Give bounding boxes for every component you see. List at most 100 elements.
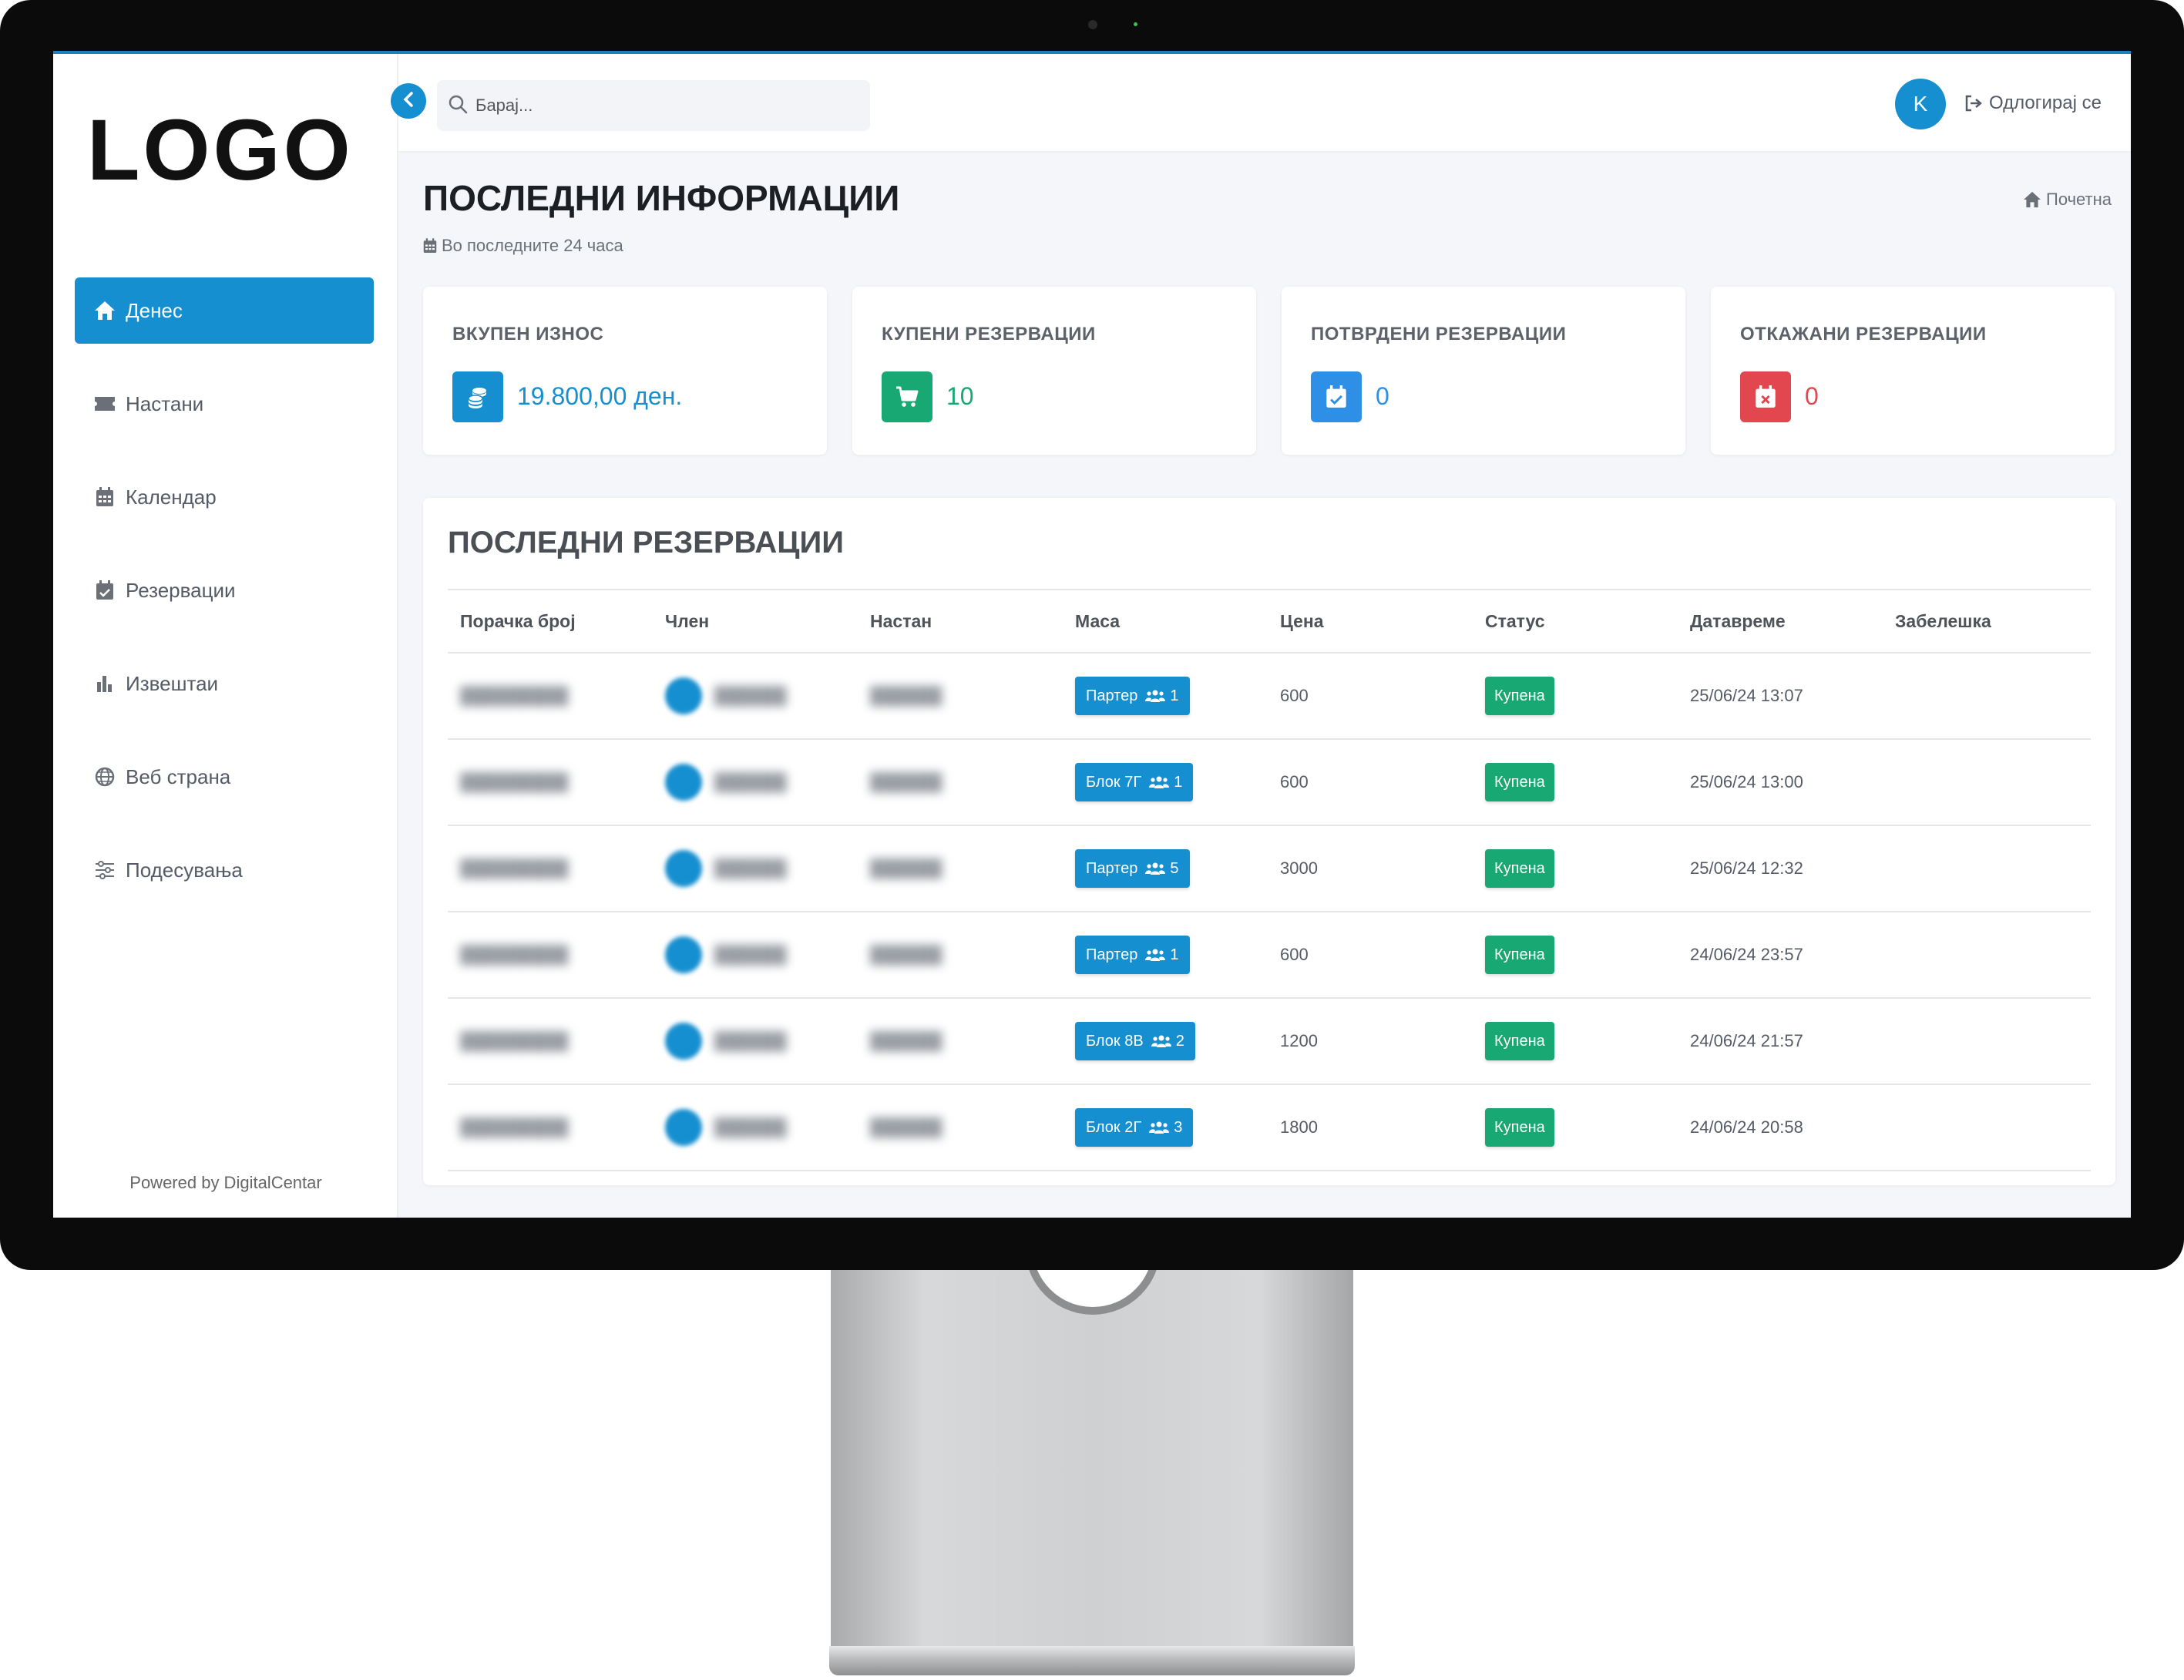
datetime-cell: 24/06/24 23:57: [1690, 945, 1803, 964]
recent-reservations-panel: ПОСЛЕДНИ РЕЗЕРВАЦИИ Порачка број Член На…: [423, 498, 2115, 1185]
users-icon: [1145, 948, 1166, 962]
card-title: ОТКАЖАНИ РЕЗЕРВАЦИИ: [1740, 324, 1987, 344]
table-cell: Партер 1: [1075, 654, 1190, 738]
column-header[interactable]: Забелешка: [1895, 590, 1991, 652]
sidebar-item-reservations[interactable]: Резервации: [75, 557, 374, 623]
member-name-blurred: ██████: [714, 686, 787, 705]
status-badge: Купена: [1485, 677, 1554, 715]
stat-card-purchased: КУПЕНИ РЕЗЕРВАЦИИ 10: [852, 287, 1256, 455]
table-row[interactable]: █████████ ██████ ██████ Блок 8В 2 1200 Купена 2…: [448, 999, 2091, 1085]
price-cell: 600: [1280, 945, 1309, 964]
column-header[interactable]: Статус: [1485, 590, 1545, 652]
order-number-cell: █████████: [460, 1117, 569, 1137]
table-badge[interactable]: Партер 5: [1075, 849, 1190, 888]
table-badge[interactable]: Блок 2Г 3: [1075, 1108, 1194, 1147]
avatar[interactable]: K: [1895, 79, 1946, 129]
price-cell: 1200: [1280, 1031, 1318, 1050]
sidebar-item-label: Календар: [126, 485, 217, 509]
table-row[interactable]: █████████ ██████ ██████ Блок 2Г 3 1800 Купена 2…: [448, 1085, 2091, 1171]
column-header[interactable]: Датавреме: [1690, 590, 1786, 652]
event-cell: ██████: [870, 945, 942, 964]
member-avatar: [665, 1023, 702, 1060]
member-avatar: [665, 936, 702, 973]
monitor-bezel: LOGO Денес Настани Календар Резервации И…: [0, 0, 2184, 1270]
logo[interactable]: LOGO: [87, 100, 354, 200]
breadcrumb[interactable]: Почетна: [2023, 190, 2112, 210]
logout-label: Одлогирај се: [1989, 92, 2102, 113]
home-icon: [2023, 191, 2041, 208]
order-number-cell: █████████: [460, 772, 569, 791]
status-cell: Купена: [1485, 654, 1554, 738]
page-title: ПОСЛЕДНИ ИНФОРМАЦИИ: [423, 178, 900, 218]
camera: [1088, 20, 1097, 29]
datetime-cell: 25/06/24 13:07: [1690, 686, 1803, 705]
event-cell: ██████: [870, 686, 942, 705]
chevron-left-icon: [402, 91, 415, 112]
table-row[interactable]: █████████ ██████ ██████ Партер 5 3000 Купена 25…: [448, 826, 2091, 912]
sidebar-nav: Денес Настани Календар Резервации Извешт…: [75, 277, 374, 930]
member-name-blurred: ██████: [714, 772, 787, 791]
camera-led: [1134, 22, 1137, 26]
table-cell: Блок 7Г 1: [1075, 740, 1194, 825]
stat-card-cancelled: ОТКАЖАНИ РЕЗЕРВАЦИИ 0: [1711, 287, 2115, 455]
order-number-cell: █████████: [460, 858, 569, 878]
table-badge[interactable]: Блок 7Г 1: [1075, 763, 1194, 801]
datetime-cell: 25/06/24 13:00: [1690, 772, 1803, 791]
calendar-icon: [423, 238, 437, 254]
users-icon: [1151, 1034, 1171, 1048]
table-badge[interactable]: Партер 1: [1075, 677, 1190, 715]
card-title: КУПЕНИ РЕЗЕРВАЦИИ: [882, 324, 1096, 344]
datetime-cell: 24/06/24 21:57: [1690, 1031, 1803, 1050]
sidebar: LOGO Денес Настани Календар Резервации И…: [53, 54, 398, 1218]
column-header[interactable]: Порачка број: [460, 590, 576, 652]
card-title: ПОТВРДЕНИ РЕЗЕРВАЦИИ: [1311, 324, 1567, 344]
member-cell: ██████: [665, 826, 787, 911]
sidebar-item-label: Веб страна: [126, 764, 231, 788]
column-header[interactable]: Цена: [1280, 590, 1324, 652]
column-header[interactable]: Настан: [870, 590, 932, 652]
sidebar-item-website[interactable]: Веб страна: [75, 744, 374, 810]
column-header[interactable]: Член: [665, 590, 709, 652]
panel-title: ПОСЛЕДНИ РЕЗЕРВАЦИИ: [448, 526, 845, 559]
status-cell: Купена: [1485, 740, 1554, 825]
sliders-icon: [93, 858, 116, 882]
sidebar-item-reports[interactable]: Извештаи: [75, 650, 374, 717]
table-badge[interactable]: Партер 1: [1075, 936, 1190, 974]
table-badge[interactable]: Блок 8В 2: [1075, 1022, 1195, 1060]
card-value: 19.800,00 ден.: [517, 382, 683, 410]
sidebar-toggle-button[interactable]: [391, 83, 426, 119]
home-icon: [93, 299, 116, 322]
status-cell: Купена: [1485, 826, 1554, 911]
card-title: ВКУПЕН ИЗНОС: [452, 324, 604, 344]
table-row[interactable]: █████████ ██████ ██████ Блок 7Г 1 600 Купена 25…: [448, 740, 2091, 826]
table-row[interactable]: █████████ ██████ ██████ Партер 1 600 Купена 24/…: [448, 912, 2091, 999]
card-value: 0: [1376, 382, 1389, 410]
member-cell: ██████: [665, 740, 787, 825]
status-cell: Купена: [1485, 999, 1554, 1084]
sidebar-item-today[interactable]: Денес: [75, 277, 374, 344]
status-badge: Купена: [1485, 1108, 1554, 1147]
calendar-check-icon: [1311, 371, 1362, 422]
event-cell: ██████: [870, 1031, 942, 1050]
bar-chart-icon: [93, 672, 116, 695]
sign-out-icon: [1964, 95, 1983, 112]
price-cell: 1800: [1280, 1117, 1318, 1137]
table-body: █████████ ██████ ██████ Партер 1 600 Купена 25/…: [448, 654, 2091, 1171]
order-number-cell: █████████: [460, 1031, 569, 1050]
logout-link[interactable]: Одлогирај се: [1964, 92, 2102, 114]
sidebar-item-calendar[interactable]: Календар: [75, 464, 374, 530]
status-cell: Купена: [1485, 912, 1554, 997]
sidebar-item-events[interactable]: Настани: [75, 371, 374, 437]
table-row[interactable]: █████████ ██████ ██████ Партер 1 600 Купена 25/…: [448, 654, 2091, 740]
powered-by[interactable]: Powered by DigitalCentar: [53, 1173, 398, 1193]
member-avatar: [665, 764, 702, 801]
price-cell: 3000: [1280, 858, 1318, 878]
sidebar-item-label: Резервации: [126, 578, 236, 602]
search-box: [437, 80, 870, 131]
member-avatar: [665, 850, 702, 887]
search-input[interactable]: [475, 96, 845, 116]
column-header[interactable]: Маса: [1075, 590, 1120, 652]
status-cell: Купена: [1485, 1085, 1554, 1170]
cart-icon: [882, 371, 932, 422]
sidebar-item-settings[interactable]: Подесувања: [75, 837, 374, 903]
